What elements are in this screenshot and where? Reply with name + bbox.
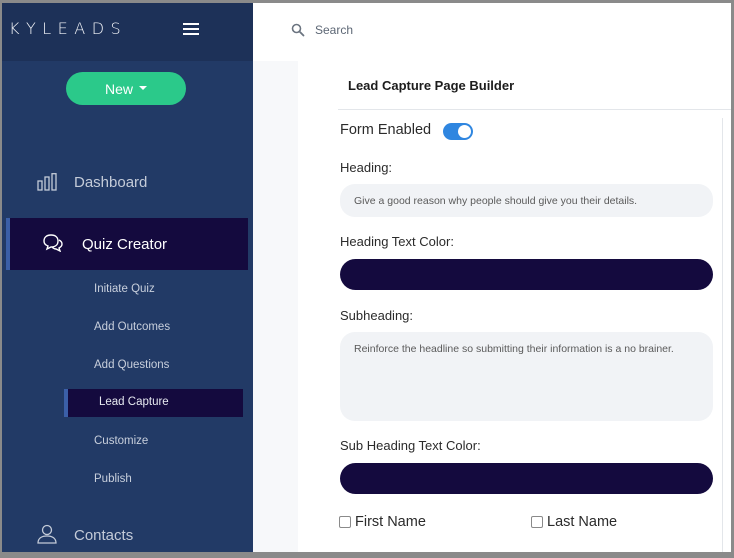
- caret-down-icon: [139, 85, 147, 90]
- form-enabled-toggle[interactable]: [443, 123, 473, 140]
- nav-quiz-creator-label: Quiz Creator: [82, 235, 168, 253]
- sub-item-publish[interactable]: Publish: [94, 473, 132, 485]
- subheading-label: Subheading:: [340, 308, 414, 323]
- first-name-checkbox-box[interactable]: [339, 516, 351, 528]
- menu-icon[interactable]: [183, 23, 199, 36]
- subheading-textarea[interactable]: [340, 332, 713, 421]
- sub-item-initiate-quiz[interactable]: Initiate Quiz: [94, 283, 155, 295]
- nav-contacts[interactable]: Contacts: [2, 518, 253, 552]
- user-icon: [37, 524, 57, 544]
- new-button-label: New: [104, 80, 133, 97]
- nav-dashboard-label: Dashboard: [74, 173, 148, 191]
- title-divider: [338, 109, 731, 110]
- search-input[interactable]: [315, 20, 615, 40]
- subheading-color-picker[interactable]: [340, 463, 713, 494]
- heading-label: Heading:: [340, 160, 393, 175]
- sidebar: KYLEADS New Dashboard Quiz Creator Initi…: [2, 3, 253, 552]
- brand-bar: KYLEADS: [2, 3, 253, 61]
- first-name-checkbox[interactable]: First Name: [339, 514, 426, 530]
- sub-item-customize[interactable]: Customize: [94, 435, 148, 447]
- first-name-label: First Name: [355, 514, 426, 530]
- form-enabled-label: Form Enabled: [340, 122, 432, 138]
- sub-item-add-outcomes[interactable]: Add Outcomes: [94, 321, 170, 333]
- page-title: Lead Capture Page Builder: [348, 78, 515, 93]
- chat-icon: [43, 234, 63, 252]
- subheading-color-label: Sub Heading Text Color:: [340, 438, 481, 453]
- toggle-knob: [458, 125, 471, 138]
- app-window: KYLEADS New Dashboard Quiz Creator Initi…: [2, 3, 731, 552]
- bar-chart-icon: [37, 173, 57, 191]
- last-name-checkbox[interactable]: Last Name: [531, 514, 617, 530]
- nav-contacts-label: Contacts: [74, 526, 134, 544]
- last-name-checkbox-box[interactable]: [531, 516, 543, 528]
- new-button[interactable]: New: [66, 72, 186, 105]
- brand-logo[interactable]: KYLEADS: [9, 19, 127, 38]
- heading-color-label: Heading Text Color:: [340, 234, 454, 249]
- heading-color-picker[interactable]: [340, 259, 713, 290]
- heading-input[interactable]: [340, 184, 713, 217]
- nav-quiz-creator[interactable]: Quiz Creator: [6, 218, 248, 270]
- search-icon: [291, 23, 305, 37]
- sub-item-lead-capture[interactable]: Lead Capture: [64, 389, 243, 417]
- top-bar: [253, 3, 731, 61]
- last-name-label: Last Name: [547, 514, 618, 530]
- panel-scroll-edge: [722, 118, 723, 552]
- sub-item-add-questions[interactable]: Add Questions: [94, 359, 169, 371]
- nav-dashboard[interactable]: Dashboard: [2, 163, 253, 201]
- sub-item-lead-capture-label: Lead Capture: [99, 396, 169, 408]
